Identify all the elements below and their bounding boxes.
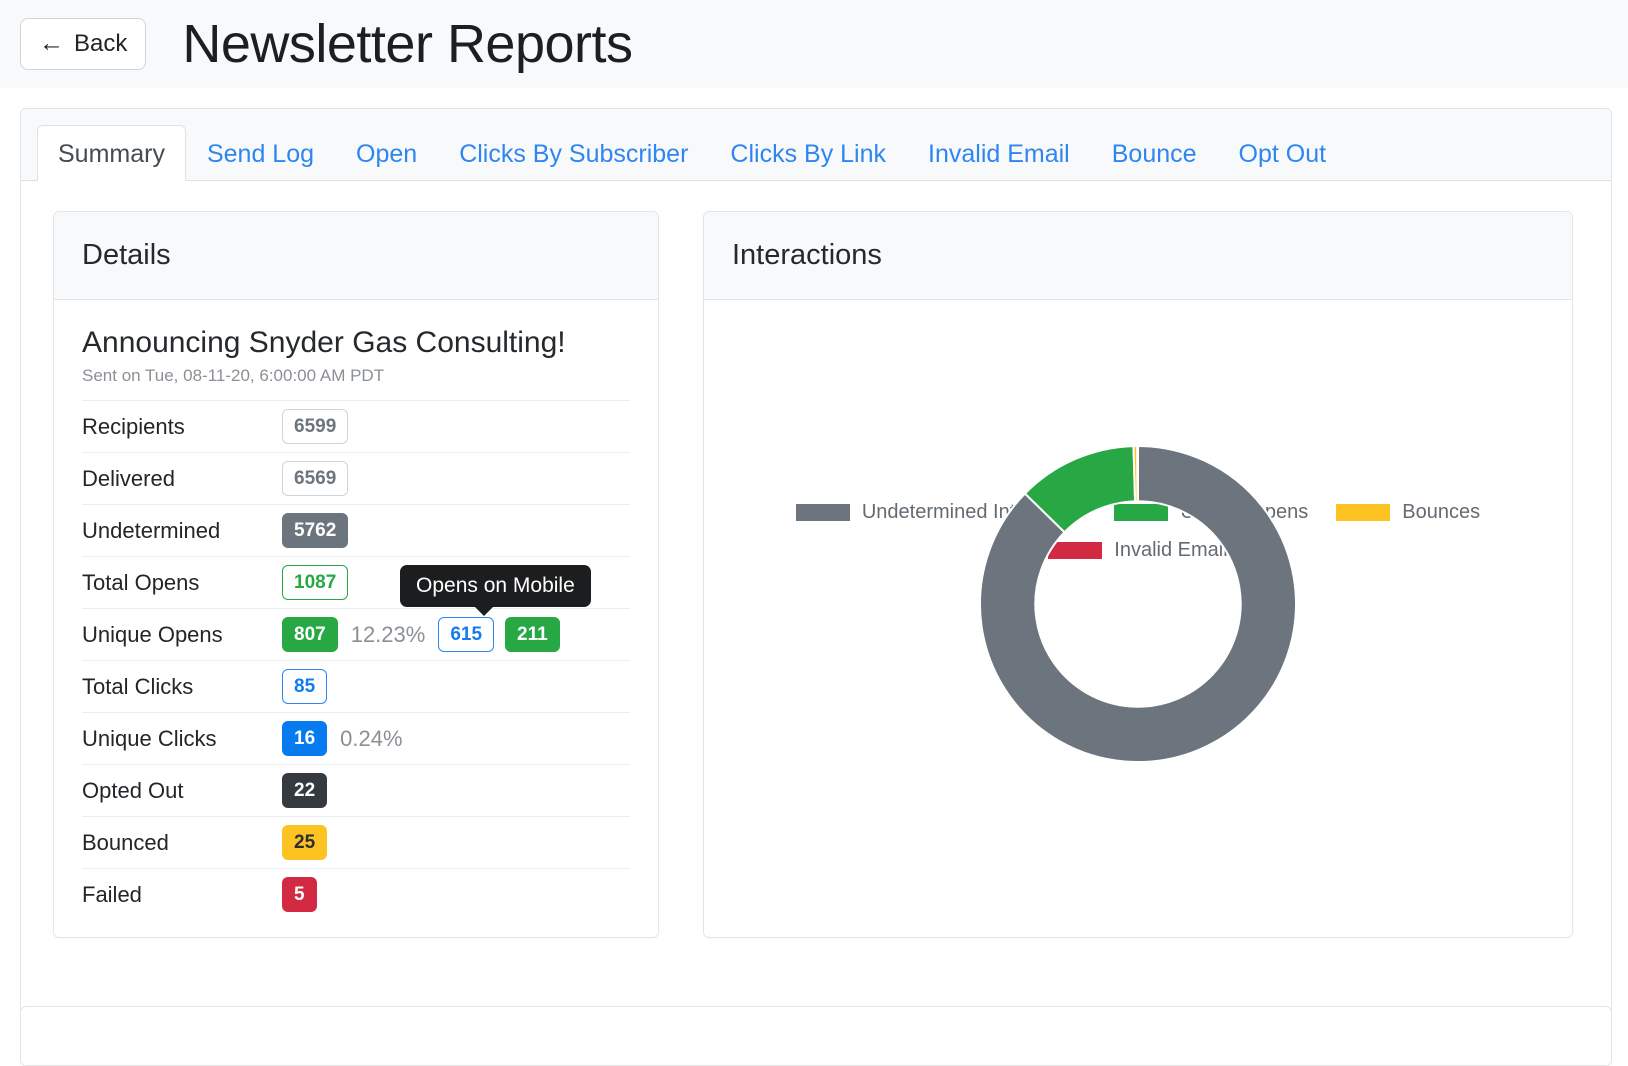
metric-label: Total Clicks [82, 673, 194, 699]
metrics-list: Recipients 6599 Delivered 6569 Undetermi… [82, 400, 630, 920]
metric-badge-bounced[interactable]: 25 [282, 824, 328, 861]
tab-summary[interactable]: Summary [37, 125, 186, 181]
metric-badge-opens-desktop[interactable]: 615 [438, 616, 495, 653]
details-card-header: Details [54, 212, 658, 300]
metric-badge-unique-opens[interactable]: 807 [282, 616, 338, 653]
donut-slice-invalid-email[interactable] [1136, 444, 1139, 503]
metric-label: Delivered [82, 465, 175, 491]
metric-label: Recipients [82, 413, 185, 439]
metric-badge-failed[interactable]: 5 [282, 876, 317, 913]
metric-label: Undetermined [82, 517, 221, 543]
next-card-partial [20, 1006, 1612, 1066]
metric-values: 5 [282, 876, 317, 913]
metric-row-unique-opens: Unique Opens 807 12.23% 615 211 Opens on… [82, 564, 630, 660]
metric-values: 1087 [282, 564, 349, 601]
tooltip-opens-on-mobile: Opens on Mobile [400, 564, 591, 616]
metric-badge-total-opens[interactable]: 1087 [282, 564, 349, 601]
metric-badge-total-clicks[interactable]: 85 [282, 668, 328, 705]
metric-badge-opted-out[interactable]: 22 [282, 772, 328, 809]
metric-values: 6599 [282, 408, 349, 445]
back-button[interactable]: ← Back [20, 18, 147, 70]
metric-values: 6569 [282, 460, 349, 497]
interactions-donut-chart: Undetermined Interaction Unique Opens Bo… [704, 300, 1572, 936]
metric-values: 25 [282, 824, 328, 861]
interactions-card-header: Interactions [704, 212, 1572, 300]
interactions-card-body: Undetermined Interaction Unique Opens Bo… [704, 300, 1572, 936]
tab-clicks-by-subscriber[interactable]: Clicks By Subscriber [438, 125, 709, 181]
metric-values: 85 [282, 668, 328, 705]
metric-row-unique-clicks: Unique Clicks 16 0.24% [82, 712, 630, 764]
donut-graphic-wrap [704, 300, 1572, 936]
arrow-left-icon: ← [39, 28, 64, 57]
campaign-title: Announcing Snyder Gas Consulting! [82, 326, 566, 359]
metric-row-opted-out: Opted Out 22 [82, 764, 630, 816]
metric-label: Total Opens [82, 569, 200, 595]
back-button-label: Back [74, 30, 128, 57]
metric-badge-delivered[interactable]: 6569 [282, 460, 349, 497]
details-card: Details Announcing Snyder Gas Consulting… [53, 211, 659, 938]
metric-badge-unique-clicks[interactable]: 16 [282, 720, 328, 757]
metric-label: Failed [82, 881, 142, 907]
tab-open[interactable]: Open [335, 125, 438, 181]
page-header: ← Back Newsletter Reports [0, 0, 1628, 88]
tab-invalid-email[interactable]: Invalid Email [907, 125, 1091, 181]
tab-opt-out[interactable]: Opt Out [1218, 125, 1348, 181]
tab-clicks-by-link[interactable]: Clicks By Link [709, 125, 907, 181]
metric-percent-unique-clicks: 0.24% [340, 725, 403, 751]
summary-cards-row: Details Announcing Snyder Gas Consulting… [21, 181, 1611, 938]
metric-label: Opted Out [82, 777, 184, 803]
details-panel-title: Details [82, 239, 171, 271]
metric-values: 807 12.23% 615 211 Opens on Mobile [282, 564, 591, 653]
tab-bounce[interactable]: Bounce [1091, 125, 1218, 181]
metric-row-total-clicks: Total Clicks 85 [82, 660, 630, 712]
interactions-panel-title: Interactions [732, 239, 882, 271]
metric-label: Unique Opens [82, 621, 223, 647]
details-card-body: Announcing Snyder Gas Consulting! Sent o… [54, 300, 658, 920]
metric-row-failed: Failed 5 [82, 868, 630, 920]
metric-row-delivered: Delivered 6569 [82, 452, 630, 504]
tab-send-log[interactable]: Send Log [186, 125, 335, 181]
metric-values: 16 0.24% [282, 720, 405, 757]
metric-percent-unique-opens: 12.23% [350, 621, 426, 647]
metric-label: Bounced [82, 829, 169, 855]
donut-svg [979, 444, 1297, 763]
metric-values: 22 [282, 772, 328, 809]
metric-row-recipients: Recipients 6599 [82, 400, 630, 452]
metric-badge-opens-on-mobile[interactable]: 211 [505, 616, 560, 653]
interactions-card: Interactions Undetermined Interaction Un… [703, 211, 1573, 938]
metric-badge-undetermined[interactable]: 5762 [282, 512, 349, 549]
metric-label: Unique Clicks [82, 725, 217, 751]
page-title: Newsletter Reports [182, 14, 633, 74]
metric-values: 5762 [282, 512, 349, 549]
tab-bar: Summary Send Log Open Clicks By Subscrib… [21, 109, 1611, 181]
metric-row-undetermined: Undetermined 5762 [82, 504, 630, 556]
campaign-sent-timestamp: Sent on Tue, 08-11-20, 6:00:00 AM PDT [82, 366, 385, 385]
metric-row-bounced: Bounced 25 [82, 816, 630, 868]
metric-badge-recipients[interactable]: 6599 [282, 408, 349, 445]
report-panel: Summary Send Log Open Clicks By Subscrib… [20, 108, 1612, 1028]
